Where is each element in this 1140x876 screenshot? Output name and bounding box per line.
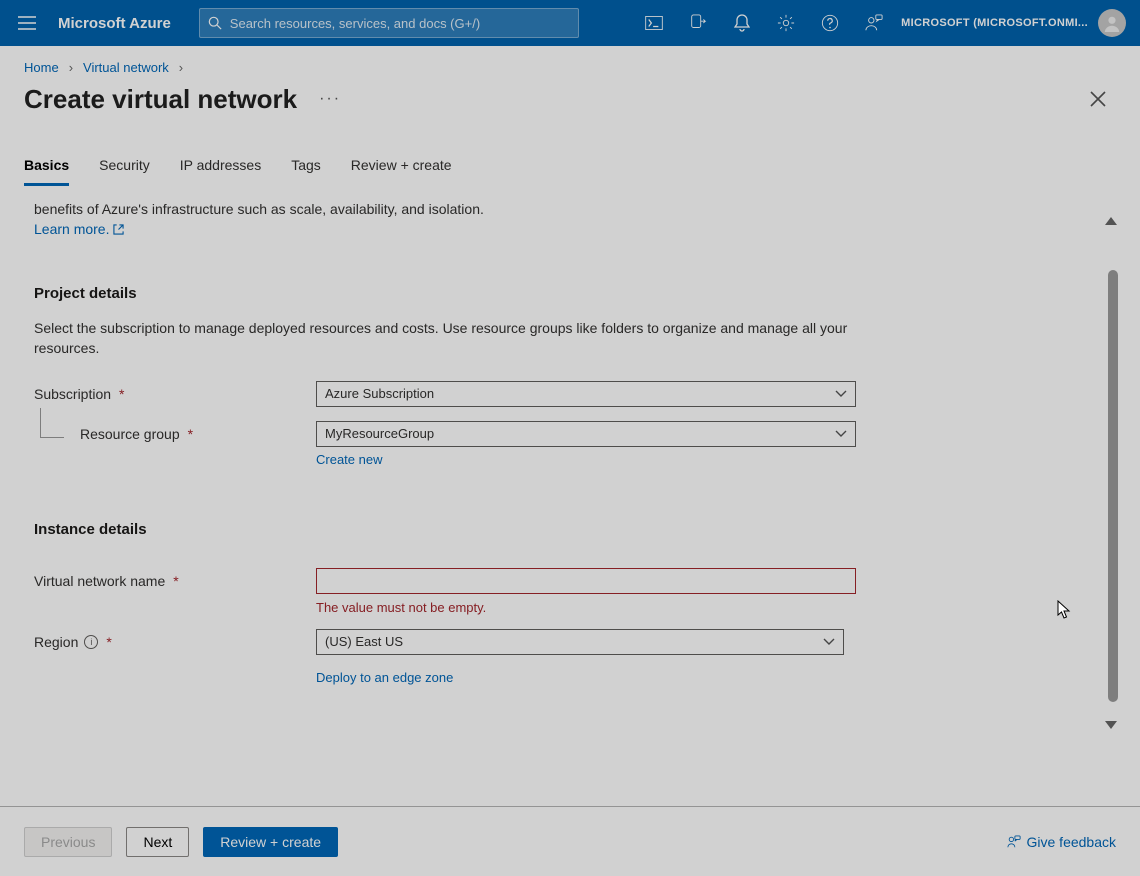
vnet-name-input[interactable] [316,568,856,594]
info-icon[interactable]: i [84,635,98,649]
tab-review-create[interactable]: Review + create [351,157,452,186]
tenant-label[interactable]: MICROSOFT (MICROSOFT.ONMI... [901,17,1088,29]
global-search[interactable] [199,8,579,38]
close-blade-button[interactable] [1080,81,1116,117]
triangle-up-icon [1105,217,1117,225]
settings-button[interactable] [765,0,807,46]
breadcrumb-home[interactable]: Home [24,60,59,75]
user-avatar[interactable] [1098,9,1126,37]
intro-line: benefits of Azure's infrastructure such … [34,201,484,217]
page-header: Create virtual network ··· [0,75,1140,117]
region-value: (US) East US [325,634,403,649]
project-details-desc: Select the subscription to manage deploy… [34,318,854,359]
chevron-right-icon: › [69,60,73,75]
person-feedback-icon [865,14,883,32]
help-button[interactable] [809,0,851,46]
vnet-name-label: Virtual network name* [34,573,316,589]
resource-group-label: Resource group* [34,426,316,442]
page-title: Create virtual network [24,84,297,115]
hamburger-button[interactable] [10,6,44,40]
resource-group-select[interactable]: MyResourceGroup [316,421,856,447]
bell-icon [734,14,750,32]
external-link-icon [113,224,124,235]
brand-label: Microsoft Azure [58,15,171,32]
vnet-name-error: The value must not be empty. [316,600,1116,615]
region-row: Region i * (US) East US [34,629,1116,655]
subscription-value: Azure Subscription [325,386,434,401]
subscription-select[interactable]: Azure Subscription [316,381,856,407]
create-new-rg-link[interactable]: Create new [316,452,382,467]
give-feedback-link[interactable]: Give feedback [1007,834,1117,850]
close-icon [1090,91,1106,107]
learn-more-label: Learn more. [34,220,109,240]
tab-ip-addresses[interactable]: IP addresses [180,157,261,186]
next-button[interactable]: Next [126,827,189,857]
subscription-label: Subscription* [34,386,316,402]
chevron-down-icon [835,390,847,398]
intro-text: benefits of Azure's infrastructure such … [34,200,914,239]
gear-icon [777,14,795,32]
tab-tags[interactable]: Tags [291,157,321,186]
wizard-footer: Previous Next Review + create Give feedb… [0,806,1140,876]
scrollbar-thumb[interactable] [1108,270,1118,702]
search-input[interactable] [230,16,570,31]
subscription-row: Subscription* Azure Subscription [34,381,1116,407]
chevron-down-icon [823,638,835,646]
vnet-name-row: Virtual network name* [34,568,1116,594]
resource-group-value: MyResourceGroup [325,426,434,441]
avatar-icon [1103,14,1121,32]
wizard-tabs: Basics Security IP addresses Tags Review… [0,117,1140,186]
form-body: benefits of Azure's infrastructure such … [0,200,1140,685]
project-details-heading: Project details [34,285,1116,302]
learn-more-link[interactable]: Learn more. [34,220,124,240]
region-select[interactable]: (US) East US [316,629,844,655]
topbar-icon-group [633,0,895,46]
tab-security[interactable]: Security [99,157,150,186]
review-create-button[interactable]: Review + create [203,827,338,857]
previous-button: Previous [24,827,112,857]
feedback-button[interactable] [853,0,895,46]
feedback-icon [1007,835,1021,849]
hamburger-icon [18,16,36,30]
tree-connector-icon [40,408,64,438]
chevron-down-icon [835,430,847,438]
give-feedback-label: Give feedback [1027,834,1117,850]
instance-details-heading: Instance details [34,521,1116,538]
cloud-shell-icon [645,16,663,30]
region-label: Region i * [34,634,316,650]
scroll-down-button[interactable] [1102,716,1120,734]
page-more-menu[interactable]: ··· [319,90,341,108]
notifications-button[interactable] [721,0,763,46]
tab-basics[interactable]: Basics [24,157,69,186]
scroll-up-button[interactable] [1102,212,1120,230]
copilot-button[interactable] [677,0,719,46]
deploy-edge-zone-link[interactable]: Deploy to an edge zone [316,670,453,685]
top-bar: Microsoft Azure MICROSOFT (MICROSOFT.ONM… [0,0,1140,46]
chevron-right-icon: › [179,60,183,75]
breadcrumb: Home › Virtual network › [0,46,1140,75]
cloud-shell-button[interactable] [633,0,675,46]
help-icon [821,14,839,32]
copilot-icon [689,14,707,32]
triangle-down-icon [1105,721,1117,729]
resource-group-row: Resource group* MyResourceGroup [34,421,1116,447]
breadcrumb-virtual-network[interactable]: Virtual network [83,60,169,75]
search-icon [208,16,222,30]
